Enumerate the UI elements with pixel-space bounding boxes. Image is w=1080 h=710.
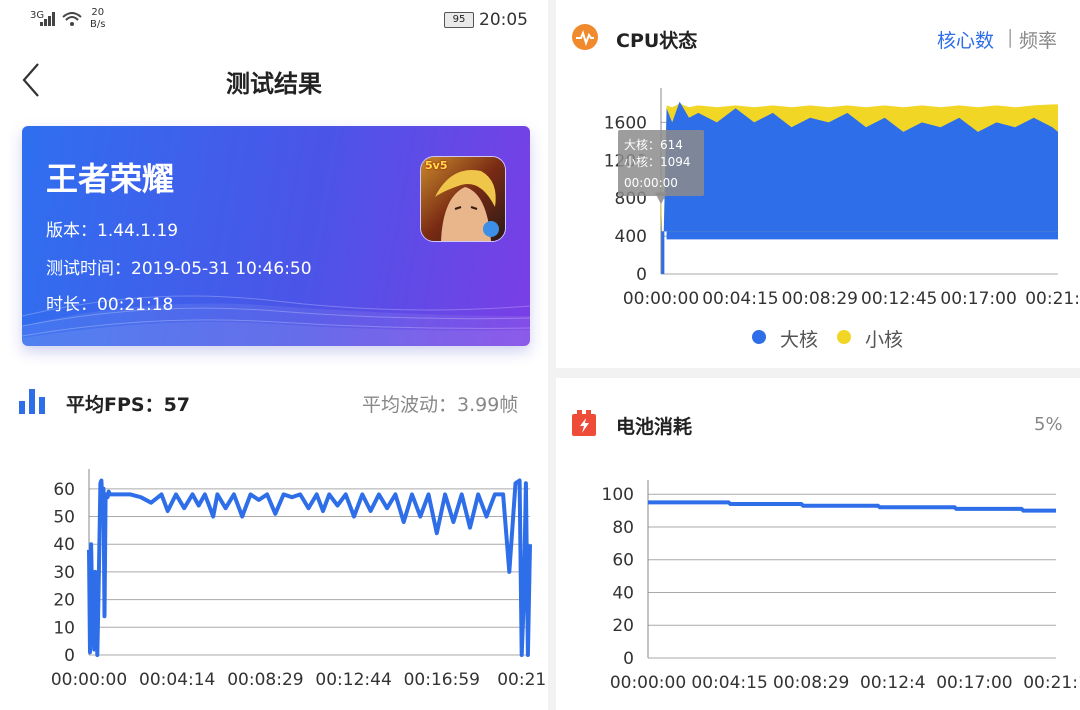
- battery-chart: 0 20 40 60 80 100 00:00:00 00:04:15 00:08:29 00:1…: [602, 480, 1080, 693]
- legend-big-label: 大核: [780, 329, 819, 351]
- battery-drain-icon: [572, 410, 596, 436]
- signal-icon: [40, 12, 55, 26]
- game-app-icon: 5v5: [420, 156, 506, 242]
- y-tick-label: 40: [53, 535, 75, 555]
- x-tick-label: 00:00:00: [610, 673, 686, 693]
- y-tick-label: 10: [53, 618, 75, 638]
- x-tick-label: 00:00:00: [623, 289, 699, 309]
- fps-chart: 0 10 20 30 40 50 60 00:00:00 00:04:14 00:08:29 00:…: [51, 469, 548, 690]
- game-version: 版本：1.44.1.19: [46, 221, 179, 241]
- cpu-title: CPU状态: [616, 30, 698, 52]
- legend-small-dot: [837, 330, 851, 344]
- tab-divider: |: [1007, 26, 1014, 48]
- test-duration: 时长：00:21:18: [46, 295, 174, 315]
- net-speed-value: 20: [91, 7, 105, 18]
- legend-big-dot: [752, 330, 766, 344]
- x-tick-label: 00:12:4: [860, 673, 926, 693]
- y-tick-label: 0: [64, 646, 75, 666]
- legend-small-label: 小核: [865, 329, 904, 351]
- battery-icon: 95: [444, 12, 474, 28]
- tooltip-small: 小核：1094: [624, 155, 691, 169]
- x-tick-label: 00:21:1: [497, 670, 548, 690]
- x-tick-label: 00:17:00: [936, 673, 1012, 693]
- cpu-base-band: [666, 231, 1058, 240]
- cpu-pulse-icon: [572, 24, 598, 50]
- tab-frequency[interactable]: 频率: [1019, 26, 1057, 53]
- clock: 20:05: [479, 10, 528, 30]
- y-tick-label: 60: [53, 480, 75, 500]
- x-tick-label: 00:08:29: [773, 673, 849, 693]
- battery-title: 电池消耗: [616, 416, 693, 438]
- cpu-chart: 04008001200160000:00:0000:04:1500:08:290…: [604, 88, 1080, 309]
- battery-consumption: 5%: [1034, 414, 1063, 435]
- icon-badge: 5v5: [425, 159, 448, 172]
- cpu-big-core-area: [661, 101, 1058, 270]
- x-tick-label: 00:12:44: [315, 670, 391, 690]
- net-speed: 20 B/s: [90, 7, 105, 31]
- tooltip-time: 00:00:00: [624, 176, 678, 190]
- y-tick-label: 20: [612, 616, 634, 636]
- tab-cores[interactable]: 核心数: [937, 26, 994, 53]
- x-tick-label: 00:21:1: [1023, 673, 1080, 693]
- x-tick-label: 00:21:1: [1025, 289, 1080, 309]
- panel-gap: [548, 0, 556, 710]
- right-panel: CPU状态 核心数 | 频率 04008001200160000:00:0000…: [556, 0, 1080, 710]
- battery-series-line: [648, 500, 1056, 513]
- page-title: 测试结果: [226, 70, 322, 98]
- y-tick-label: 80: [612, 518, 634, 538]
- y-tick-label: 50: [53, 508, 75, 528]
- wifi-icon: [62, 12, 82, 26]
- test-time: 测试时间：2019-05-31 10:46:50: [46, 259, 312, 279]
- fps-series-line: [87, 478, 532, 657]
- x-tick-label: 00:08:29: [227, 670, 303, 690]
- x-tick-label: 00:12:45: [861, 289, 937, 309]
- section-divider: [556, 368, 1080, 378]
- x-tick-label: 00:04:15: [691, 673, 767, 693]
- net-speed-unit: B/s: [90, 19, 106, 30]
- y-tick-label: 60: [612, 551, 634, 571]
- tooltip-big: 大核：614: [624, 138, 683, 152]
- y-tick-label: 400: [615, 227, 647, 247]
- bar-chart-icon: [19, 389, 45, 414]
- x-tick-label: 00:17:00: [940, 289, 1016, 309]
- game-info-card: 王者荣耀 版本：1.44.1.19 测试时间：2019-05-31 10:46:…: [22, 126, 530, 346]
- cpu-tooltip: 大核：614 小核：1094 00:00:00: [618, 130, 704, 196]
- y-tick-label: 20: [53, 591, 75, 611]
- x-tick-label: 00:08:29: [782, 289, 858, 309]
- x-tick-label: 00:04:15: [702, 289, 778, 309]
- x-tick-label: 00:16:59: [404, 670, 480, 690]
- avg-fluctuation: 平均波动：3.99帧: [362, 394, 519, 416]
- x-tick-label: 00:04:14: [139, 670, 215, 690]
- y-tick-label: 0: [636, 265, 647, 285]
- left-panel: 3G 20 B/s 95 20:05 测试结果 王者荣耀 版本：1.44.1.1…: [0, 0, 548, 710]
- y-tick-label: 100: [602, 485, 634, 505]
- avg-fps: 平均FPS：57: [66, 394, 191, 416]
- y-tick-label: 0: [623, 649, 634, 669]
- game-name: 王者荣耀: [46, 160, 175, 198]
- x-tick-label: 00:00:00: [51, 670, 127, 690]
- y-tick-label: 40: [612, 583, 634, 603]
- y-tick-label: 30: [53, 563, 75, 583]
